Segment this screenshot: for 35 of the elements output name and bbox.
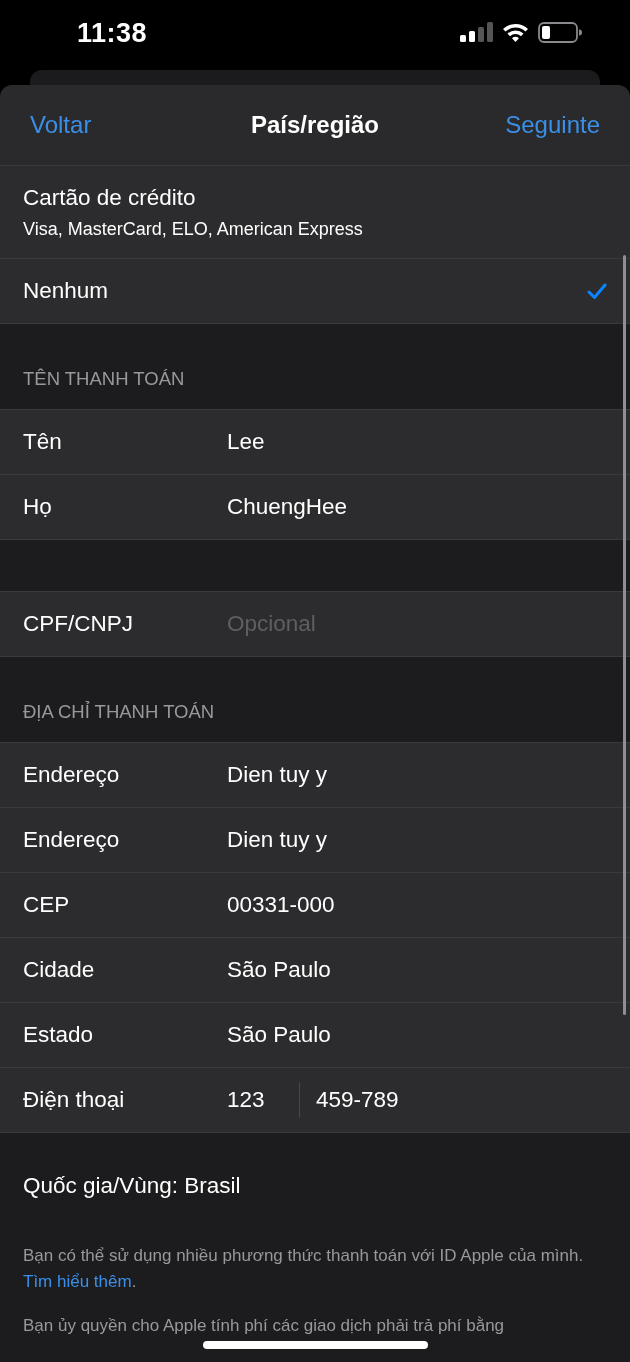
- field-label: Cidade: [23, 957, 96, 983]
- field-label: Endereço: [23, 827, 121, 853]
- field-label: Estado: [23, 1022, 95, 1048]
- signal-icon: [460, 22, 493, 42]
- field-label: Họ: [23, 494, 53, 520]
- phone-number-field[interactable]: 459-789: [300, 1087, 607, 1113]
- payment-option[interactable]: Nenhum: [0, 259, 630, 324]
- battery-icon: [538, 21, 582, 43]
- status-time: 11:38: [77, 17, 148, 49]
- input-field[interactable]: 00331-000: [227, 892, 607, 918]
- nav-title: País/região: [250, 111, 380, 139]
- payment-option[interactable]: Cartão de crédito Visa, MasterCard, ELO, American Express: [0, 166, 630, 259]
- field-label: CPF/CNPJ: [23, 611, 134, 637]
- input-field[interactable]: Dien tuy y: [227, 827, 607, 853]
- checkmark-icon: [587, 282, 607, 300]
- option-title: Cartão de crédito: [23, 184, 196, 211]
- back-button[interactable]: Voltar: [30, 111, 251, 139]
- field-label: Điện thoại: [23, 1087, 126, 1113]
- info-paragraph: Bạn có thể sử dụng nhiều phương thức thanh toán với ID Apple của mình. Tìm hiểu thêm.: [23, 1245, 585, 1293]
- area-code-field[interactable]: 123: [227, 1082, 300, 1118]
- wifi-icon: [502, 22, 529, 42]
- input-field[interactable]: São Paulo: [227, 1022, 607, 1048]
- input-field[interactable]: Dien tuy y: [227, 762, 607, 788]
- learn-more-link[interactable]: Tìm hiểu thêm: [23, 1272, 132, 1291]
- info-paragraph: Bạn ủy quyền cho Apple tính phí các giao dịch phải trả phí bằng: [23, 1315, 506, 1337]
- option-subtitle: Visa, MasterCard, ELO, American Express: [23, 218, 363, 240]
- input-field[interactable]: Lee: [227, 429, 607, 455]
- field-label: Endereço: [23, 762, 121, 788]
- option-title: Nenhum: [23, 278, 109, 304]
- next-button[interactable]: Seguinte: [505, 111, 600, 139]
- input-field[interactable]: ChuengHee: [227, 494, 607, 520]
- country-label: Quốc gia/Vùng: Brasil: [23, 1173, 242, 1199]
- field-label: Tên: [23, 429, 63, 455]
- input-field[interactable]: São Paulo: [227, 957, 607, 983]
- field-label: CEP: [23, 892, 71, 918]
